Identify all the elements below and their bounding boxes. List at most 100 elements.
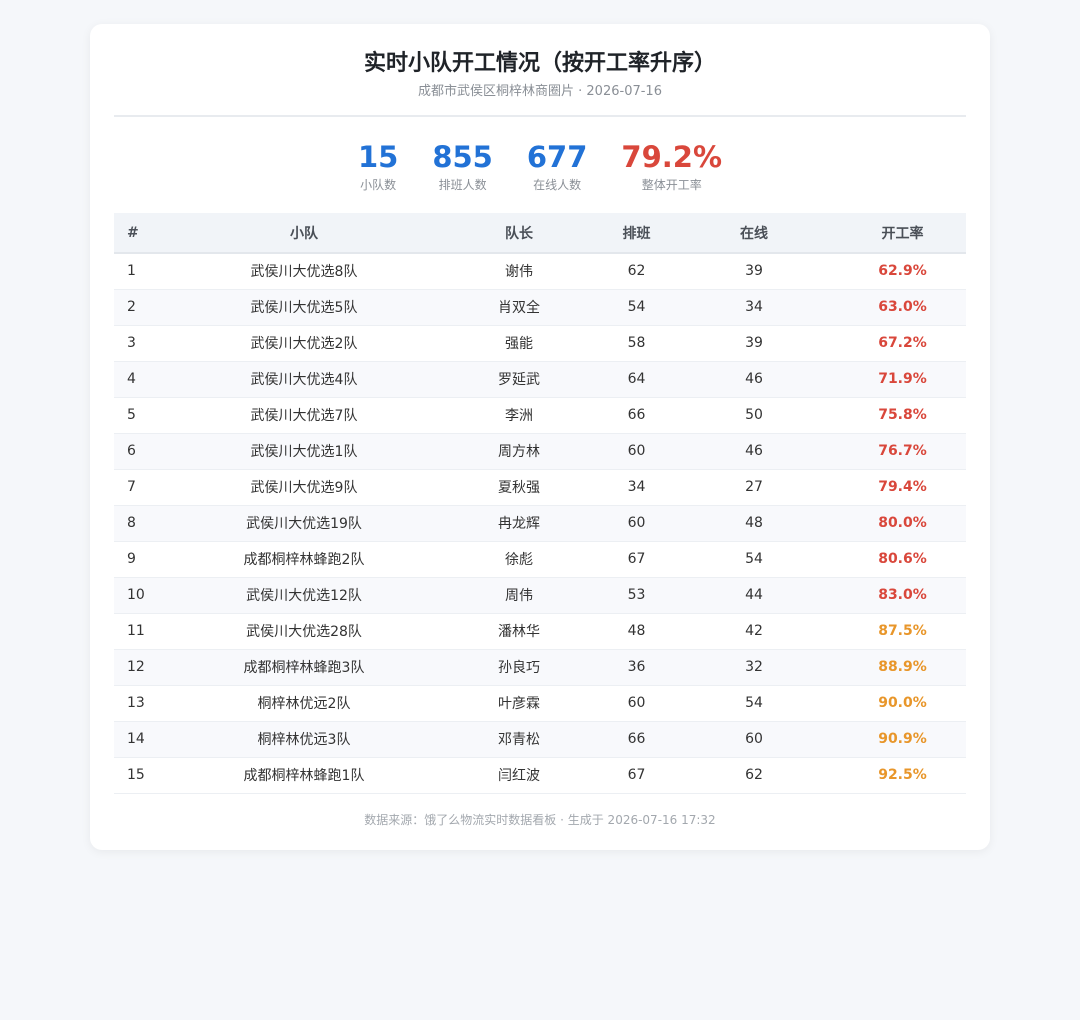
table-row: 14 桐梓林优远3队 邓青松 66 60 90.9%: [114, 721, 966, 758]
cell-scheduled: 60: [604, 685, 669, 722]
cell-team: 武侯川大优选1队: [174, 433, 434, 470]
cell-scheduled: 62: [604, 253, 669, 290]
cell-leader: 叶彦霖: [434, 685, 604, 722]
cell-rate: 80.0%: [839, 505, 966, 542]
cell-scheduled: 67: [604, 757, 669, 794]
cell-rate: 83.0%: [839, 577, 966, 614]
stat-team-count: 15 小队数: [358, 139, 398, 213]
table-header-row: # 小队 队长 排班 在线 开工率: [114, 213, 966, 254]
cell-index: 7: [114, 469, 174, 506]
cell-index: 4: [114, 361, 174, 398]
cell-index: 9: [114, 541, 174, 578]
stat-label: 小队数: [360, 178, 397, 192]
stat-label: 排班人数: [438, 178, 487, 192]
cell-online: 62: [669, 757, 839, 794]
cell-scheduled: 66: [604, 721, 669, 758]
stat-value: 677: [526, 140, 588, 174]
cell-team: 武侯川大优选19队: [174, 505, 434, 542]
table-row: 9 成都桐梓林蜂跑2队 徐彪 67 54 80.6%: [114, 541, 966, 578]
cell-scheduled: 60: [604, 433, 669, 470]
cell-team: 成都桐梓林蜂跑3队: [174, 649, 434, 686]
column-header-index: #: [114, 213, 174, 254]
table-row: 1 武侯川大优选8队 谢伟 62 39 62.9%: [114, 253, 966, 290]
column-header-leader: 队长: [434, 213, 604, 254]
table-row: 5 武侯川大优选7队 李洲 66 50 75.8%: [114, 397, 966, 434]
page-title: 实时小队开工情况（按开工率升序）: [363, 51, 716, 76]
stat-value: 79.2%: [621, 140, 723, 174]
cell-index: 12: [114, 649, 174, 686]
cell-scheduled: 58: [604, 325, 669, 362]
cell-index: 3: [114, 325, 174, 362]
cell-rate: 88.9%: [839, 649, 966, 686]
cell-online: 42: [669, 613, 839, 650]
cell-team: 武侯川大优选9队: [174, 469, 434, 506]
cell-leader: 周伟: [434, 577, 604, 614]
cell-leader: 罗延武: [434, 361, 604, 398]
cell-online: 39: [669, 325, 839, 362]
column-header-scheduled: 排班: [604, 213, 669, 254]
stat-online-count: 677 在线人数: [527, 139, 588, 213]
cell-online: 32: [669, 649, 839, 686]
cell-rate: 71.9%: [839, 361, 966, 398]
cell-team: 成都桐梓林蜂跑2队: [174, 541, 434, 578]
cell-rate: 87.5%: [839, 613, 966, 650]
cell-leader: 邓青松: [434, 721, 604, 758]
table-row: 11 武侯川大优选28队 潘林华 48 42 87.5%: [114, 613, 966, 650]
cell-team: 桐梓林优远2队: [174, 685, 434, 722]
table-row: 12 成都桐梓林蜂跑3队 孙良巧 36 32 88.9%: [114, 649, 966, 686]
cell-leader: 夏秋强: [434, 469, 604, 506]
table-body: 1 武侯川大优选8队 谢伟 62 39 62.9% 2 武侯川大优选5队 肖双全 54 34 63.0…: [114, 253, 966, 794]
cell-leader: 周方林: [434, 433, 604, 470]
table-row: 8 武侯川大优选19队 冉龙辉 60 48 80.0%: [114, 505, 966, 542]
cell-leader: 冉龙辉: [434, 505, 604, 542]
cell-rate: 62.9%: [839, 253, 966, 290]
cell-team: 武侯川大优选28队: [174, 613, 434, 650]
report-header: 实时小队开工情况（按开工率升序） 成都市武侯区桐梓林商圈片 · 2026-07-…: [114, 24, 966, 117]
stat-value: 855: [432, 140, 493, 174]
report-card: 实时小队开工情况（按开工率升序） 成都市武侯区桐梓林商圈片 · 2026-07-…: [90, 24, 990, 850]
cell-index: 6: [114, 433, 174, 470]
cell-team: 武侯川大优选7队: [174, 397, 434, 434]
cell-team: 武侯川大优选2队: [174, 325, 434, 362]
cell-index: 11: [114, 613, 174, 650]
cell-team: 武侯川大优选12队: [174, 577, 434, 614]
cell-index: 2: [114, 289, 174, 326]
cell-leader: 徐彪: [434, 541, 604, 578]
cell-team: 武侯川大优选4队: [174, 361, 434, 398]
stat-scheduled-count: 855 排班人数: [432, 139, 493, 213]
cell-scheduled: 34: [604, 469, 669, 506]
cell-index: 14: [114, 721, 174, 758]
cell-leader: 李洲: [434, 397, 604, 434]
column-header-online: 在线: [669, 213, 839, 254]
cell-leader: 谢伟: [434, 253, 604, 290]
cell-online: 44: [669, 577, 839, 614]
cell-scheduled: 60: [604, 505, 669, 542]
table-row: 10 武侯川大优选12队 周伟 53 44 83.0%: [114, 577, 966, 614]
cell-team: 成都桐梓林蜂跑1队: [174, 757, 434, 794]
column-header-team: 小队: [174, 213, 434, 254]
cell-index: 8: [114, 505, 174, 542]
cell-online: 48: [669, 505, 839, 542]
table-row: 2 武侯川大优选5队 肖双全 54 34 63.0%: [114, 289, 966, 326]
cell-index: 5: [114, 397, 174, 434]
cell-index: 10: [114, 577, 174, 614]
cell-scheduled: 64: [604, 361, 669, 398]
cell-index: 15: [114, 757, 174, 794]
cell-online: 54: [669, 541, 839, 578]
cell-online: 46: [669, 361, 839, 398]
cell-index: 1: [114, 253, 174, 290]
cell-online: 27: [669, 469, 839, 506]
page-subtitle: 成都市武侯区桐梓林商圈片 · 2026-07-16: [418, 84, 662, 99]
table-row: 3 武侯川大优选2队 强能 58 39 67.2%: [114, 325, 966, 362]
cell-rate: 67.2%: [839, 325, 966, 362]
cell-rate: 92.5%: [839, 757, 966, 794]
stat-label: 在线人数: [533, 178, 582, 192]
cell-leader: 闫红波: [434, 757, 604, 794]
cell-scheduled: 53: [604, 577, 669, 614]
data-source-footer: 数据来源：饿了么物流实时数据看板 · 生成于 2026-07-16 17:32: [364, 812, 716, 827]
cell-online: 54: [669, 685, 839, 722]
cell-scheduled: 66: [604, 397, 669, 434]
cell-rate: 63.0%: [839, 289, 966, 326]
cell-leader: 潘林华: [434, 613, 604, 650]
cell-online: 50: [669, 397, 839, 434]
